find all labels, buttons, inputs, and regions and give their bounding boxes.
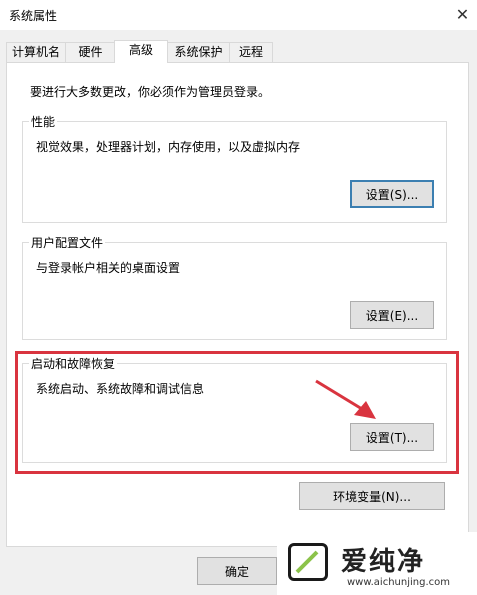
tab-computer-name[interactable]: 计算机名 <box>6 42 66 62</box>
watermark-url: www.aichunjing.com <box>347 577 450 588</box>
tab-remote[interactable]: 远程 <box>229 42 273 62</box>
watermark-text: 爱纯净 <box>341 547 426 577</box>
title-bar: 系统属性 ✕ <box>0 0 477 30</box>
pointer-arrow-icon <box>315 379 376 419</box>
performance-settings-button[interactable]: 设置(S)... <box>350 180 434 208</box>
performance-desc: 视觉效果，处理器计划，内存使用，以及虚拟内存 <box>36 140 301 154</box>
environment-variables-button[interactable]: 环境变量(N)... <box>299 482 445 510</box>
watermark-logo-icon <box>288 543 328 581</box>
tab-hardware[interactable]: 硬件 <box>65 42 116 62</box>
ok-button[interactable]: 确定 <box>197 557 277 585</box>
close-icon[interactable]: ✕ <box>448 0 477 30</box>
highlight-box <box>15 351 459 474</box>
performance-title: 性能 <box>29 113 58 130</box>
user-profiles-settings-button[interactable]: 设置(E)... <box>350 301 434 329</box>
user-profiles-title: 用户配置文件 <box>29 234 106 251</box>
user-profiles-desc: 与登录帐户相关的桌面设置 <box>36 261 181 275</box>
tab-system-protection[interactable]: 系统保护 <box>167 42 230 62</box>
admin-note: 要进行大多数更改，你必须作为管理员登录。 <box>30 85 271 99</box>
watermark: 爱纯净 www.aichunjing.com <box>277 532 477 595</box>
tab-advanced[interactable]: 高级 <box>114 40 168 63</box>
window-title: 系统属性 <box>9 9 58 23</box>
